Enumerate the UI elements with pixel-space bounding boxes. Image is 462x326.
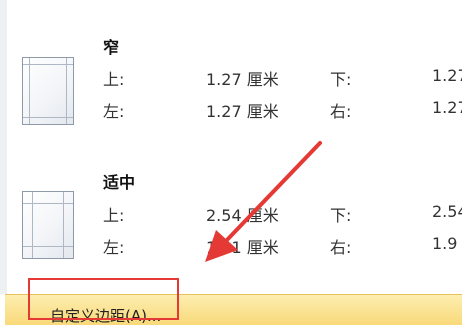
preset-title: 窄 [103, 38, 120, 57]
preset-title: 适中 [103, 173, 136, 192]
page-margins-icon [22, 57, 74, 125]
left-margin-value: 1.27 厘米 [206, 102, 279, 121]
bottom-margin-value: 2.54 [432, 202, 462, 221]
top-margin-value: 1.27 厘米 [206, 70, 279, 89]
left-margin-value: 1.91 厘米 [206, 238, 279, 257]
margin-preset-moderate[interactable]: 适中 上: 2.54 厘米 下: 2.54 左: 1.91 厘米 右: 1.9 [0, 150, 462, 292]
bottom-margin-label: 下: [330, 70, 352, 89]
page-margins-icon [22, 191, 74, 259]
bottom-margin-label: 下: [330, 206, 352, 225]
left-margin-label: 左: [103, 238, 125, 257]
right-margin-value: 1.9 [432, 234, 458, 253]
bottom-margin-value: 1.27 [432, 66, 462, 85]
top-margin-label: 上: [103, 70, 125, 89]
top-margin-value: 2.54 厘米 [206, 206, 279, 225]
top-margin-label: 上: [103, 206, 125, 225]
left-margin-label: 左: [103, 102, 125, 121]
right-margin-label: 右: [330, 102, 352, 121]
annotation-highlight-box [28, 278, 179, 320]
right-margin-value: 1.27 [432, 98, 462, 117]
right-margin-label: 右: [330, 238, 352, 257]
margin-preset-narrow[interactable]: 窄 上: 1.27 厘米 下: 1.27 左: 1.27 厘米 右: 1.27 [0, 0, 462, 148]
